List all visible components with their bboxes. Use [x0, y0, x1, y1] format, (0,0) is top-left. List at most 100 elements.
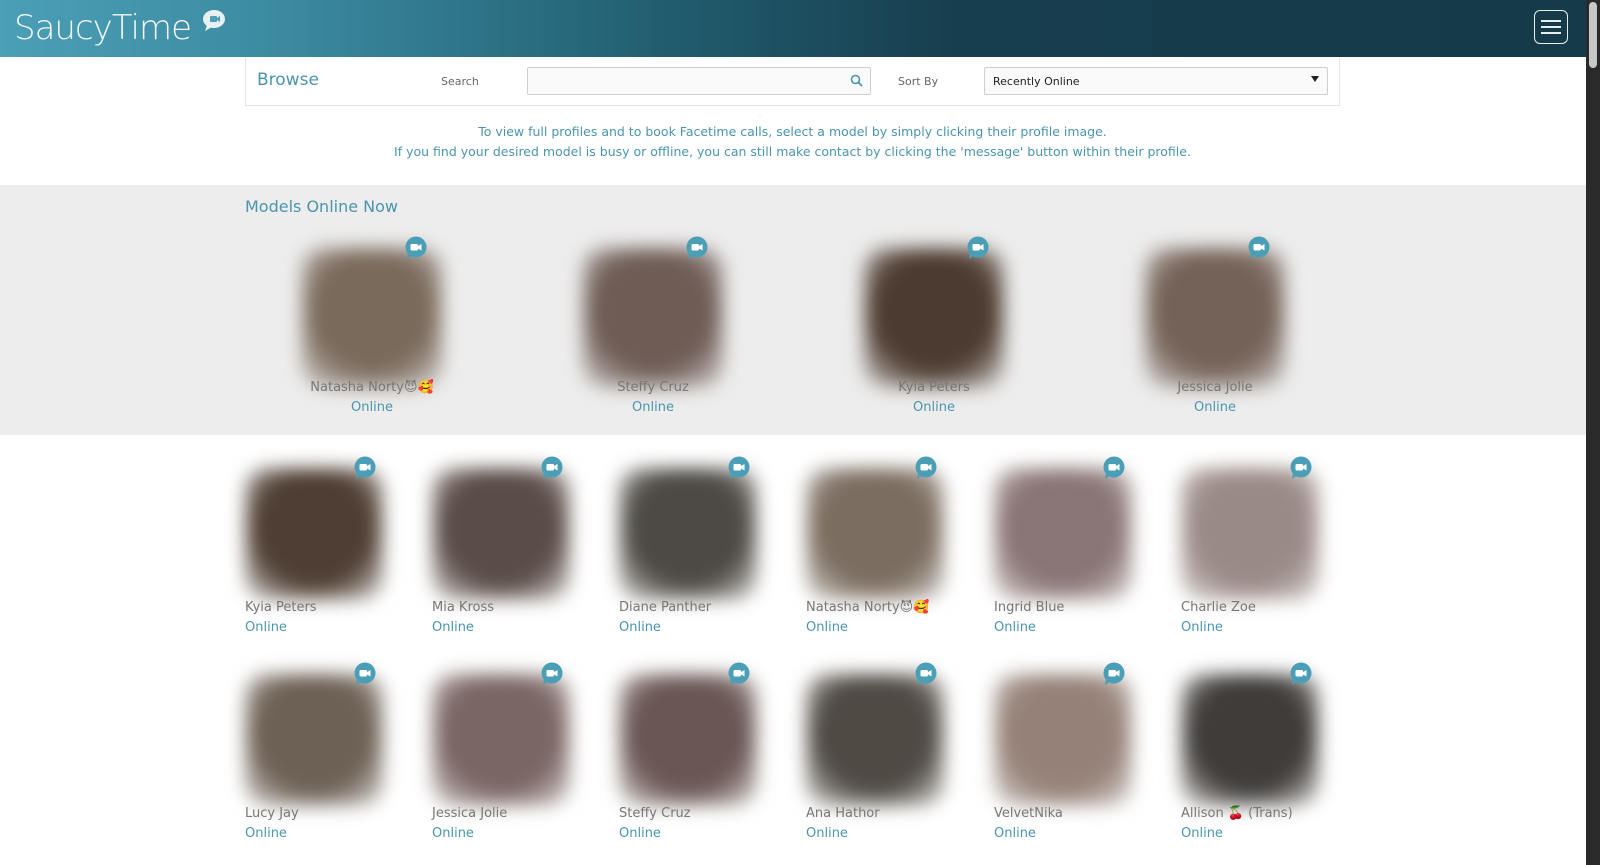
model-photo[interactable] — [994, 674, 1132, 806]
hamburger-menu-button[interactable] — [1534, 10, 1568, 44]
status-badge: Online — [1181, 826, 1223, 841]
video-call-icon[interactable] — [353, 456, 377, 480]
model-photo[interactable] — [583, 248, 723, 388]
model-photo[interactable] — [806, 468, 944, 600]
model-name[interactable]: Allison 🍒 (Trans) — [1181, 806, 1293, 821]
video-call-icon[interactable] — [914, 456, 938, 480]
status-badge: Online — [619, 826, 661, 841]
browse-title: Browse — [257, 70, 319, 90]
menu-line-icon — [1541, 32, 1561, 34]
model-card[interactable]: Natasha Norty😈🥰 Online — [806, 456, 986, 642]
sort-selected-value: Recently Online — [993, 75, 1080, 88]
model-photo[interactable] — [994, 468, 1132, 600]
search-field[interactable] — [527, 67, 871, 95]
video-call-icon[interactable] — [540, 662, 564, 686]
model-name[interactable]: Jessica Jolie — [1075, 380, 1355, 395]
model-card[interactable]: Steffy Cruz Online — [619, 662, 799, 848]
logo-text: SaucyTime — [14, 8, 192, 48]
video-call-icon[interactable] — [685, 236, 709, 260]
video-call-icon[interactable] — [727, 662, 751, 686]
model-card[interactable]: Lucy Jay Online — [245, 662, 425, 848]
model-card[interactable]: Mia Kross Online — [432, 456, 612, 642]
model-name[interactable]: Natasha Norty😈🥰 — [806, 600, 929, 615]
status-badge: Online — [619, 620, 661, 635]
model-name[interactable]: Jessica Jolie — [432, 806, 507, 821]
model-card[interactable]: Kyia Peters Online — [794, 236, 1074, 422]
status-badge: Online — [806, 620, 848, 635]
search-label: Search — [441, 75, 479, 88]
model-name[interactable]: Natasha Norty😈🥰 — [232, 380, 512, 395]
sort-label: Sort By — [898, 75, 939, 88]
model-photo[interactable] — [806, 674, 944, 806]
model-name[interactable]: Lucy Jay — [245, 806, 299, 821]
models-online-title: Models Online Now — [245, 197, 398, 216]
scrollbar[interactable] — [1586, 0, 1600, 865]
status-badge: Online — [432, 620, 474, 635]
model-card[interactable]: Jessica Jolie Online — [1075, 236, 1355, 422]
intro-text: To view full profiles and to book Faceti… — [245, 122, 1340, 162]
model-name[interactable]: Charlie Zoe — [1181, 600, 1256, 615]
chat-bubble-icon — [203, 10, 225, 31]
video-call-icon[interactable] — [404, 236, 428, 260]
video-call-icon[interactable] — [1289, 662, 1313, 686]
scrollbar-thumb[interactable] — [1589, 2, 1597, 68]
model-photo[interactable] — [1181, 674, 1319, 806]
status-badge: Online — [994, 620, 1036, 635]
model-name[interactable]: Ana Hathor — [806, 806, 880, 821]
model-name[interactable]: Steffy Cruz — [513, 380, 793, 395]
model-photo[interactable] — [864, 248, 1004, 388]
model-name[interactable]: Steffy Cruz — [619, 806, 691, 821]
model-card[interactable]: Steffy Cruz Online — [513, 236, 793, 422]
top-header: SaucyTime — [0, 0, 1586, 57]
video-call-icon[interactable] — [540, 456, 564, 480]
model-card[interactable]: Diane Panther Online — [619, 456, 799, 642]
sort-select[interactable]: Recently Online — [984, 67, 1328, 95]
status-badge: Online — [806, 826, 848, 841]
model-photo[interactable] — [1145, 248, 1285, 388]
video-call-icon[interactable] — [1102, 456, 1126, 480]
browse-bar: Browse Search Sort By Recently Online — [245, 58, 1340, 106]
status-badge: Online — [994, 826, 1036, 841]
model-card[interactable]: VelvetNika Online — [994, 662, 1174, 848]
model-card[interactable]: Allison 🍒 (Trans) Online — [1181, 662, 1361, 848]
video-call-icon[interactable] — [966, 236, 990, 260]
video-call-icon[interactable] — [1289, 456, 1313, 480]
menu-line-icon — [1541, 20, 1561, 22]
model-name[interactable]: Mia Kross — [432, 600, 494, 615]
status-badge: Online — [351, 400, 393, 415]
model-card[interactable]: Jessica Jolie Online — [432, 662, 612, 848]
chevron-down-icon — [1311, 76, 1319, 82]
model-photo[interactable] — [245, 674, 383, 806]
search-input[interactable] — [528, 68, 840, 94]
model-name[interactable]: Diane Panther — [619, 600, 711, 615]
saucytime-logo[interactable]: SaucyTime — [14, 6, 225, 50]
status-badge: Online — [632, 400, 674, 415]
model-card[interactable]: Kyia Peters Online — [245, 456, 425, 642]
model-name[interactable]: Kyia Peters — [245, 600, 317, 615]
model-photo[interactable] — [432, 468, 570, 600]
video-call-icon[interactable] — [914, 662, 938, 686]
model-card[interactable]: Charlie Zoe Online — [1181, 456, 1361, 642]
model-name[interactable]: Kyia Peters — [794, 380, 1074, 395]
status-badge: Online — [432, 826, 474, 841]
model-card[interactable]: Ingrid Blue Online — [994, 456, 1174, 642]
video-call-icon[interactable] — [1247, 236, 1271, 260]
status-badge: Online — [1181, 620, 1223, 635]
model-name[interactable]: VelvetNika — [994, 806, 1063, 821]
model-photo[interactable] — [302, 248, 442, 388]
status-badge: Online — [913, 400, 955, 415]
intro-line-1: To view full profiles and to book Faceti… — [478, 124, 1107, 139]
model-photo[interactable] — [619, 468, 757, 600]
model-card[interactable]: Natasha Norty😈🥰 Online — [232, 236, 512, 422]
search-icon[interactable] — [850, 74, 863, 87]
model-card[interactable]: Ana Hathor Online — [806, 662, 986, 848]
video-call-icon[interactable] — [727, 456, 751, 480]
model-photo[interactable] — [619, 674, 757, 806]
model-name[interactable]: Ingrid Blue — [994, 600, 1064, 615]
model-photo[interactable] — [1181, 468, 1319, 600]
model-photo[interactable] — [245, 468, 383, 600]
model-photo[interactable] — [432, 674, 570, 806]
intro-line-2: If you find your desired model is busy o… — [394, 144, 1191, 159]
video-call-icon[interactable] — [353, 662, 377, 686]
video-call-icon[interactable] — [1102, 662, 1126, 686]
